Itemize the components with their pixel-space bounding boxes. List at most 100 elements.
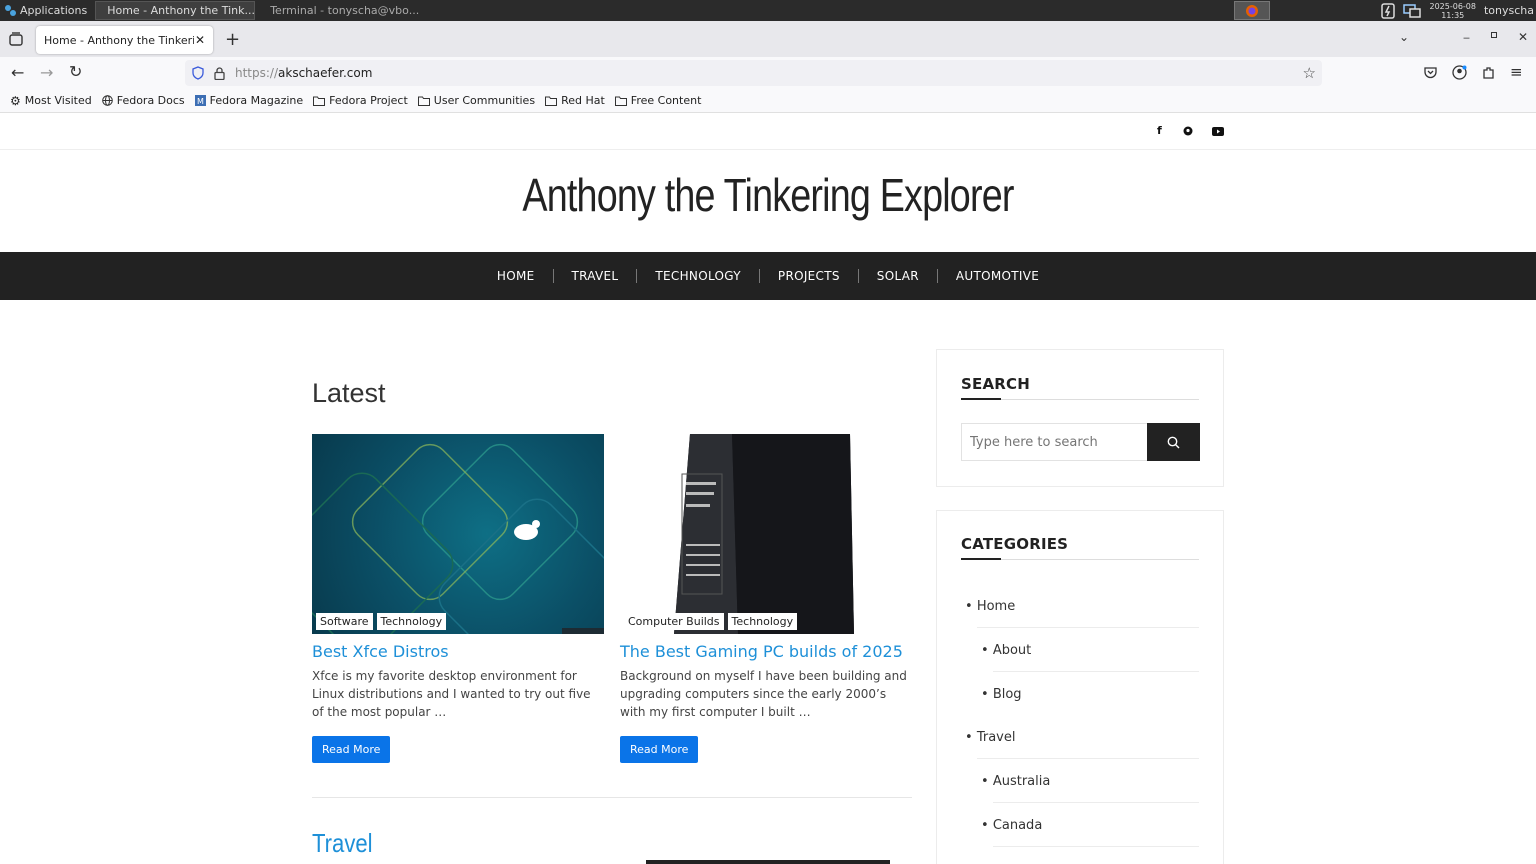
search-button[interactable] (1147, 423, 1200, 461)
site-title[interactable]: Anthony the Tinkering Explorer (138, 168, 1398, 222)
tab-home[interactable]: Home - Anthony the Tinkering ✕ (36, 26, 213, 54)
category-tag[interactable]: Computer Builds (624, 613, 724, 630)
back-icon[interactable]: ← (11, 63, 24, 82)
nav-technology[interactable]: TECHNOLOGY (637, 269, 760, 283)
post-excerpt: Xfce is my favorite desktop environment … (312, 669, 591, 719)
travel-heading[interactable]: Travel (312, 828, 373, 859)
category-item-blog[interactable]: • Blog (981, 687, 1022, 702)
nav-solar[interactable]: SOLAR (859, 269, 938, 283)
network-icon[interactable] (1403, 3, 1422, 19)
read-more-button[interactable]: Read More (620, 736, 699, 763)
url-bar[interactable]: https://akschaefer.com ☆ (185, 60, 1322, 86)
maximize-icon[interactable] (1491, 32, 1497, 38)
menu-icon[interactable]: ≡ (1510, 63, 1523, 81)
bookmark-fedora-docs[interactable]: Fedora Docs (101, 94, 185, 107)
pocket-icon[interactable] (1424, 67, 1437, 79)
category-item-about[interactable]: • About (981, 643, 1031, 658)
close-tab-icon[interactable]: ✕ (195, 33, 205, 47)
bookmark-free-content[interactable]: Free Content (614, 94, 701, 107)
url-prefix: https:// (235, 66, 279, 80)
folder-icon (417, 96, 430, 106)
bookmark-star-icon[interactable]: ☆ (1303, 64, 1316, 82)
bookmark-red-hat[interactable]: Red Hat (545, 94, 605, 107)
account-icon[interactable] (1452, 65, 1467, 80)
clock[interactable]: 2025-06-08 11:35 (1429, 2, 1476, 20)
category-tag[interactable]: Software (316, 613, 373, 630)
bookmarks-toolbar: ⚙ Most Visited Fedora Docs M Fedora Magazi… (0, 89, 1536, 113)
category-label: Australia (992, 774, 1051, 789)
category-item-canada[interactable]: • Canada (981, 818, 1042, 833)
web-page: f Anthony the Tinkering Explorer HOME TR… (0, 113, 1536, 864)
taskbar-task-label: Terminal - tonyscha@vbo... (270, 4, 420, 17)
bookmark-fedora-magazine[interactable]: M Fedora Magazine (194, 94, 304, 107)
xfce-wallpaper-image (312, 443, 604, 634)
taskbar-task-label: Home - Anthony the Tink... (107, 4, 255, 17)
categories-widget-title: CATEGORIES (961, 535, 1069, 553)
reload-icon[interactable]: ↻ (69, 62, 82, 81)
applications-menu[interactable]: Applications (0, 0, 91, 21)
nav-projects[interactable]: PROJECTS (760, 269, 859, 283)
lock-icon[interactable] (214, 66, 225, 80)
widget-title-underline (961, 398, 1199, 400)
clock-time: 11:35 (1441, 10, 1465, 20)
latest-heading: Latest (312, 378, 386, 408)
category-separator (993, 846, 1199, 847)
category-item-travel[interactable]: • Travel (965, 730, 1015, 745)
browser-tab-bar: Home - Anthony the Tinkering ✕ + ⌄ ‒ ✕ (0, 21, 1536, 57)
section-divider (312, 797, 912, 798)
bookmark-most-visited[interactable]: ⚙ Most Visited (10, 94, 92, 108)
search-input[interactable] (961, 423, 1148, 461)
svg-text:M: M (197, 97, 204, 106)
new-tab-icon[interactable]: + (225, 29, 240, 50)
clock-date: 2025-06-08 (1429, 1, 1476, 11)
folder-icon (614, 96, 627, 106)
category-separator (977, 627, 1199, 628)
tab-title: Home - Anthony the Tinkering (44, 33, 194, 47)
user-name[interactable]: tonyscha (1484, 4, 1534, 17)
travel-post-image-edge (646, 860, 890, 864)
tab-list-chevron-icon[interactable]: ⌄ (1399, 30, 1409, 44)
pinterest-icon[interactable] (1183, 126, 1193, 136)
post-title[interactable]: Best Xfce Distros (312, 642, 604, 661)
post-excerpt: Background on myself I have been buildin… (620, 669, 907, 719)
tracking-shield-icon[interactable] (192, 66, 204, 80)
widget-title-underline (961, 558, 1199, 560)
url-domain: akschaefer.com (278, 66, 373, 80)
forward-icon[interactable]: → (40, 63, 53, 82)
bookmark-label: Fedora Docs (116, 94, 185, 107)
bookmark-label: Fedora Project (329, 94, 408, 107)
nav-automotive[interactable]: AUTOMOTIVE (938, 269, 1057, 283)
bookmark-fedora-project[interactable]: Fedora Project (313, 94, 408, 107)
category-item-australia[interactable]: • Australia (981, 774, 1050, 789)
post-card: Computer Builds Technology The Best Gami… (620, 434, 912, 763)
taskbar-firefox-window[interactable]: Home - Anthony the Tink... (95, 1, 256, 20)
category-label: About (992, 643, 1032, 658)
minimize-icon[interactable]: ‒ (1463, 31, 1470, 44)
tab-overview-icon[interactable] (9, 32, 23, 46)
category-tag[interactable]: Technology (376, 613, 447, 630)
nav-home[interactable]: HOME (479, 269, 554, 283)
taskbar-terminal-window[interactable]: Terminal - tonyscha@vbo... (259, 1, 419, 20)
category-tag[interactable]: Technology (727, 613, 798, 630)
extensions-icon[interactable] (1482, 66, 1495, 79)
applications-label: Applications (20, 4, 88, 17)
firefox-icon (1246, 4, 1258, 17)
post-thumbnail[interactable]: Computer Builds Technology (620, 434, 912, 634)
category-item-home[interactable]: • Home (965, 599, 1015, 614)
post-thumbnail[interactable]: Software Technology (312, 434, 604, 634)
facebook-icon[interactable]: f (1157, 124, 1162, 137)
bookmark-label: Fedora Magazine (209, 94, 304, 107)
power-manager-icon[interactable] (1381, 2, 1396, 19)
post-title[interactable]: The Best Gaming PC builds of 2025 (620, 642, 912, 661)
youtube-icon[interactable] (1212, 127, 1224, 136)
tray-firefox-button[interactable] (1234, 1, 1270, 20)
category-label: Blog (992, 687, 1022, 702)
nav-travel[interactable]: TRAVEL (554, 269, 638, 283)
category-separator (993, 671, 1199, 672)
post-categories: Computer Builds Technology (624, 613, 798, 630)
search-icon (1167, 436, 1180, 448)
bookmark-user-communities[interactable]: User Communities (417, 94, 535, 107)
read-more-button[interactable]: Read More (312, 736, 391, 763)
close-window-icon[interactable]: ✕ (1518, 30, 1528, 44)
gear-icon: ⚙ (10, 93, 21, 108)
